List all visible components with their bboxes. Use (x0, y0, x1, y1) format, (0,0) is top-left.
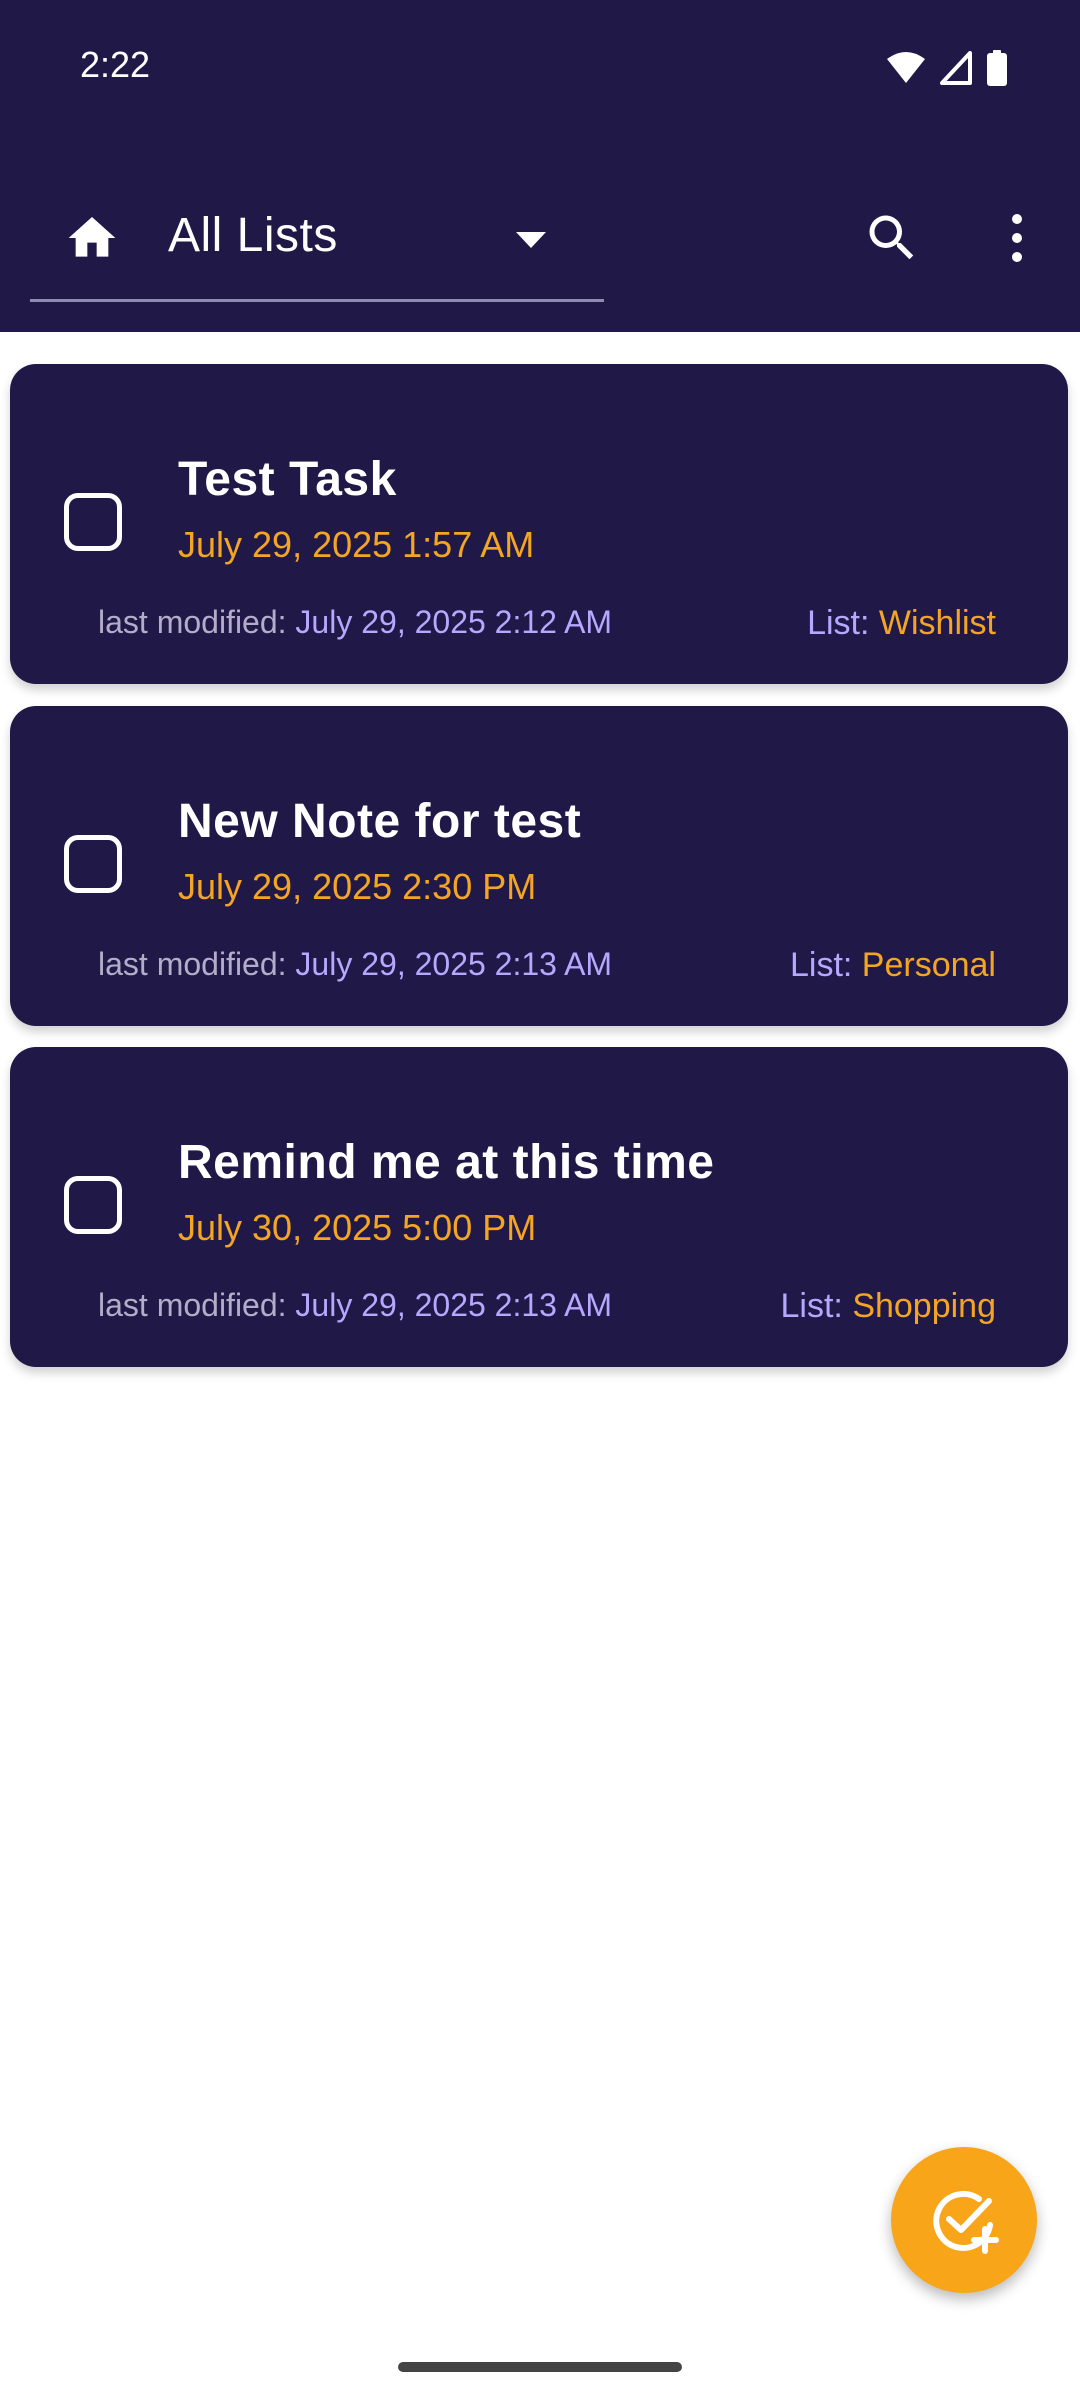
task-checkbox[interactable] (64, 1176, 122, 1234)
battery-icon (987, 50, 1007, 86)
list-selector-dropdown[interactable]: All Lists (30, 170, 604, 302)
task-due-date: July 30, 2025 5:00 PM (178, 1207, 537, 1248)
list-name: Shopping (852, 1287, 996, 1325)
task-last-modified: last modified: July 29, 2025 2:13 AM (98, 1287, 612, 1324)
task-list-tag: List: Personal (790, 946, 996, 985)
task-list-tag: List: Shopping (781, 1287, 997, 1326)
wifi-icon (887, 52, 925, 83)
cellular-signal-icon (940, 51, 972, 85)
add-task-fab[interactable] (891, 2147, 1037, 2293)
last-modified-value: July 29, 2025 2:12 AM (295, 604, 613, 640)
dropdown-arrow-icon (516, 232, 546, 248)
task-due-date: July 29, 2025 2:30 PM (178, 866, 537, 907)
task-card[interactable]: Remind me at this time July 30, 2025 5:0… (10, 1047, 1068, 1367)
task-last-modified: last modified: July 29, 2025 2:13 AM (98, 946, 612, 983)
task-card[interactable]: New Note for test July 29, 2025 2:30 PM … (10, 706, 1068, 1026)
task-title: Remind me at this time (178, 1136, 715, 1189)
home-indicator[interactable] (398, 2362, 682, 2372)
last-modified-value: July 29, 2025 2:13 AM (295, 1287, 613, 1323)
app-bar: All Lists (0, 130, 1080, 332)
more-options-icon[interactable] (1000, 210, 1034, 266)
list-name: Personal (861, 946, 996, 984)
add-task-icon (933, 2190, 999, 2254)
task-due-date: July 29, 2025 1:57 AM (178, 524, 535, 565)
search-icon[interactable] (862, 208, 922, 268)
list-name: Wishlist (878, 604, 996, 642)
task-card[interactable]: Test Task July 29, 2025 1:57 AM last mod… (10, 364, 1068, 684)
list-label: List: (780, 1287, 843, 1325)
last-modified-label: last modified: (98, 946, 287, 982)
task-title: New Note for test (178, 795, 582, 848)
last-modified-value: July 29, 2025 2:13 AM (295, 946, 613, 982)
status-bar: 2:22 (0, 0, 1080, 130)
status-time: 2:22 (80, 44, 151, 85)
task-title: Test Task (178, 453, 397, 506)
list-label: List: (807, 604, 870, 642)
task-last-modified: last modified: July 29, 2025 2:12 AM (98, 604, 612, 641)
home-icon (68, 217, 116, 257)
task-checkbox[interactable] (64, 835, 122, 893)
status-icons (886, 48, 1008, 88)
task-checkbox[interactable] (64, 493, 122, 551)
task-list-tag: List: Wishlist (807, 604, 996, 643)
last-modified-label: last modified: (98, 604, 287, 640)
list-selector-label: All Lists (168, 209, 338, 262)
list-label: List: (789, 946, 853, 984)
last-modified-label: last modified: (98, 1287, 287, 1323)
